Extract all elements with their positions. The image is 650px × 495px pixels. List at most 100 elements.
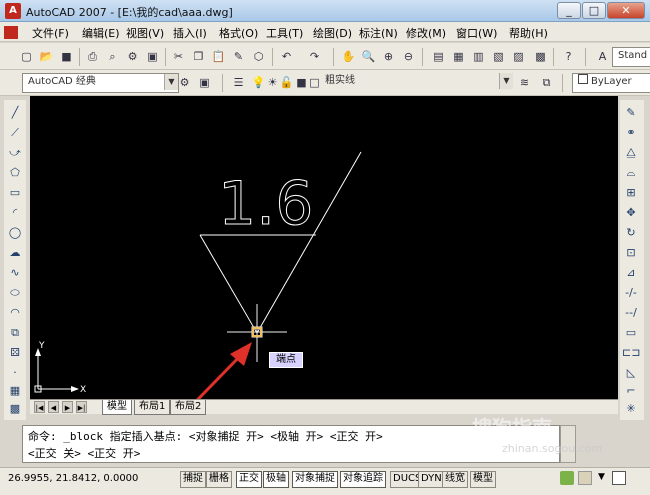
save-icon[interactable]: ■	[58, 48, 75, 65]
extend-icon[interactable]: --/	[622, 304, 640, 321]
last-tab-icon[interactable]: ▶|	[76, 401, 87, 413]
linetype-select[interactable]: 粗实线 ▼	[320, 73, 515, 91]
drawing-canvas[interactable]: 1.6 Y X	[30, 96, 618, 399]
model-toggle[interactable]: 模型	[470, 471, 496, 488]
menu-view[interactable]: 视图(V)	[126, 25, 164, 41]
undo-icon[interactable]: ↶	[278, 48, 295, 65]
stretch-icon[interactable]: ⊿	[622, 264, 640, 281]
layer-previous-icon[interactable]: ⧉	[538, 74, 555, 91]
polyline-icon[interactable]: ⤻	[6, 144, 24, 161]
sheet-set-icon[interactable]: ▧	[490, 48, 507, 65]
match-properties-icon[interactable]: ✎	[230, 48, 247, 65]
tool-palettes-icon[interactable]: ▥	[470, 48, 487, 65]
construction-line-icon[interactable]: ⟋	[6, 124, 24, 141]
copy-object-icon[interactable]: ⚭	[622, 124, 640, 141]
rectangle-icon[interactable]: ▭	[6, 184, 24, 201]
polygon-icon[interactable]: ⬠	[6, 164, 24, 181]
help-icon[interactable]: ?	[560, 48, 577, 65]
erase-icon[interactable]: ✎	[622, 104, 640, 121]
text-style-select[interactable]: Stand	[612, 47, 650, 67]
symbol-left-line[interactable]	[199, 234, 258, 334]
minimize-button[interactable]: _	[557, 2, 581, 19]
spline-icon[interactable]: ∿	[6, 264, 24, 281]
dyn-toggle[interactable]: DYN	[418, 471, 445, 488]
trim-icon[interactable]: -/-	[622, 284, 640, 301]
copy-icon[interactable]: ❐	[190, 48, 207, 65]
break-icon[interactable]: ▭	[622, 324, 640, 341]
zoom-window-icon[interactable]: ⊕	[380, 48, 397, 65]
menu-file[interactable]: 文件(F)	[32, 25, 69, 41]
tab-layout1[interactable]: 布局1	[134, 400, 171, 415]
open-icon[interactable]: 📂	[38, 48, 55, 65]
menu-draw[interactable]: 绘图(D)	[313, 25, 352, 41]
document-icon[interactable]	[4, 26, 18, 39]
status-menu-chevron-icon[interactable]: ▼	[598, 472, 605, 482]
color-select[interactable]: ByLayer	[572, 73, 650, 93]
workspace-select[interactable]: AutoCAD 经典 ▼	[22, 73, 179, 93]
prev-tab-icon[interactable]: ◀	[48, 401, 59, 413]
point-icon[interactable]: ·	[6, 364, 24, 381]
lineweight-toggle[interactable]: 线宽	[442, 471, 468, 488]
rotate-icon[interactable]: ↻	[622, 224, 640, 241]
menu-window[interactable]: 窗口(W)	[456, 25, 497, 41]
ortho-toggle[interactable]: 正交	[236, 471, 262, 488]
workspace-save-icon[interactable]: ▣	[196, 74, 213, 91]
redo-icon[interactable]: ↷	[306, 48, 323, 65]
menu-insert[interactable]: 插入(I)	[173, 25, 207, 41]
chamfer-icon[interactable]: ◺	[622, 364, 640, 381]
properties-icon[interactable]: ▤	[430, 48, 447, 65]
menu-tools[interactable]: 工具(T)	[266, 25, 303, 41]
text-style-icon[interactable]: A	[594, 48, 611, 65]
markup-icon[interactable]: ▨	[510, 48, 527, 65]
menu-modify[interactable]: 修改(M)	[406, 25, 446, 41]
tab-model[interactable]: 模型	[102, 400, 132, 415]
otrack-toggle[interactable]: 对象追踪	[340, 471, 386, 488]
pan-icon[interactable]: ✋	[340, 48, 357, 65]
grid-toggle[interactable]: 栅格	[206, 471, 232, 488]
join-icon[interactable]: ⊏⊐	[622, 344, 640, 361]
zoom-previous-icon[interactable]: ⊖	[400, 48, 417, 65]
line-icon[interactable]: ╱	[6, 104, 24, 121]
new-icon[interactable]: ▢	[18, 48, 35, 65]
osnap-toggle[interactable]: 对象捕捉	[292, 471, 338, 488]
menu-dimension[interactable]: 标注(N)	[359, 25, 398, 41]
scale-icon[interactable]: ⊡	[622, 244, 640, 261]
ellipse-icon[interactable]: ⬭	[6, 284, 24, 301]
menu-format[interactable]: 格式(O)	[219, 25, 258, 41]
lock-toolbar-icon[interactable]	[578, 471, 592, 485]
block-editor-icon[interactable]: ⬡	[250, 48, 267, 65]
mirror-icon[interactable]: ⧋	[622, 144, 640, 161]
explode-icon[interactable]: ✳	[622, 400, 640, 417]
insert-block-icon[interactable]: ⧉	[6, 324, 24, 341]
first-tab-icon[interactable]: |◀	[34, 401, 45, 413]
close-button[interactable]: ✕	[607, 2, 645, 19]
arc-icon[interactable]: ◜	[6, 204, 24, 221]
next-tab-icon[interactable]: ▶	[62, 401, 73, 413]
polar-toggle[interactable]: 极轴	[263, 471, 289, 488]
fillet-icon[interactable]: ⌐	[622, 382, 640, 399]
tab-layout2[interactable]: 布局2	[170, 400, 207, 415]
chevron-down-icon[interactable]: ▼	[499, 73, 513, 89]
coordinate-readout[interactable]: 26.9955, 21.8412, 0.0000	[8, 473, 138, 484]
cut-icon[interactable]: ✂	[170, 48, 187, 65]
circle-icon[interactable]: ◯	[6, 224, 24, 241]
move-icon[interactable]: ✥	[622, 204, 640, 221]
workspace-settings-icon[interactable]: ⚙	[176, 74, 193, 91]
offset-icon[interactable]: ⌓	[622, 164, 640, 181]
print-preview-icon[interactable]: ⌕	[104, 48, 121, 65]
menu-help[interactable]: 帮助(H)	[509, 25, 548, 41]
communication-center-icon[interactable]	[560, 471, 574, 485]
make-block-icon[interactable]: ⚄	[6, 344, 24, 361]
paste-icon[interactable]: 📋	[210, 48, 227, 65]
snap-toggle[interactable]: 捕捉	[180, 471, 206, 488]
plot-icon[interactable]: ▣	[144, 48, 161, 65]
gradient-icon[interactable]: ▩	[6, 400, 24, 417]
clean-screen-icon[interactable]	[612, 471, 626, 485]
autocad-app-icon[interactable]: A	[5, 3, 21, 19]
roughness-value-text[interactable]: 1.6	[218, 169, 314, 240]
layer-manager-icon[interactable]: ☰	[230, 74, 247, 91]
hatch-icon[interactable]: ▦	[6, 382, 24, 399]
maximize-button[interactable]: □	[582, 2, 606, 19]
print-icon[interactable]: ⎙	[84, 48, 101, 65]
array-icon[interactable]: ⊞	[622, 184, 640, 201]
